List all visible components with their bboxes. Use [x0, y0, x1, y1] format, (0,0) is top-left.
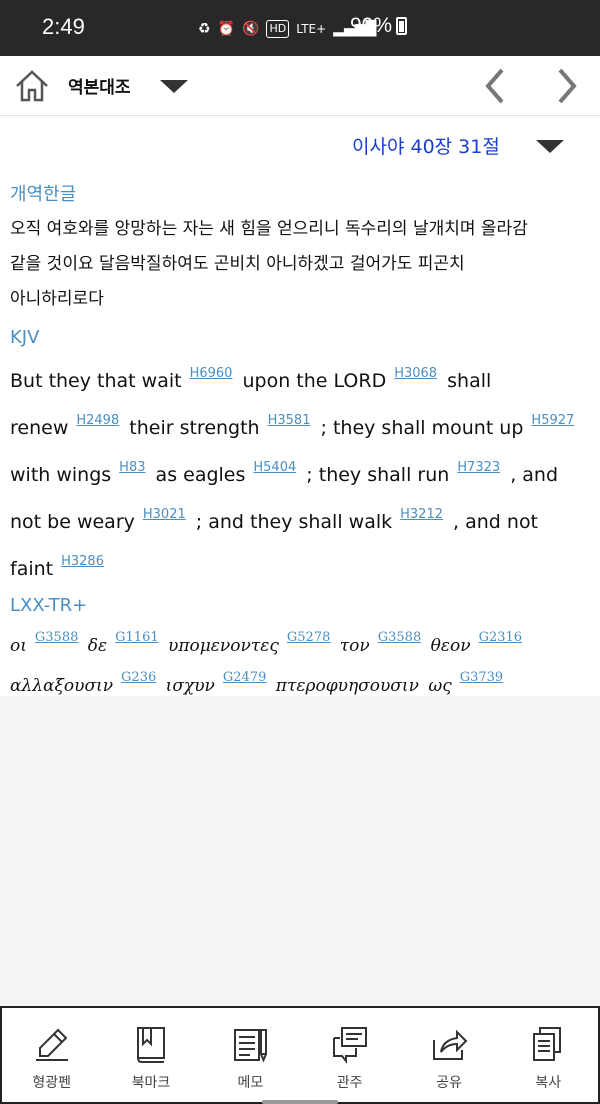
network-type: LTE+ [296, 22, 327, 36]
copy-button[interactable]: 복사 [499, 1008, 598, 1102]
section-label-lxx: LXX-TR+ [10, 595, 88, 616]
korean-line: 아니하리로다 [10, 289, 104, 309]
verse-word: ; they shall run [306, 464, 450, 486]
mute-icon: 🔇 [242, 21, 260, 37]
battery-icon [396, 17, 408, 35]
strongs-number-link[interactable]: H5927 [531, 413, 574, 428]
bookmark-icon [136, 1027, 165, 1063]
verse-word: αλλαξουσιν [10, 676, 114, 696]
verse-word: θεον [430, 636, 471, 656]
strongs-number-link[interactable]: H3212 [400, 507, 443, 522]
korean-verse-text: 오직 여호와를 앙망하는 자는 새 힘을 얻으리니 독수리의 날개치며 올라감 … [10, 212, 590, 317]
empty-area [0, 696, 600, 1008]
strongs-number-link[interactable]: G3588 [35, 630, 78, 645]
page-title[interactable]: 역본대조 [68, 73, 131, 98]
verse-word: ως [428, 676, 452, 696]
recycle-icon: ♻ [198, 21, 211, 37]
verse-word: οι [10, 636, 27, 656]
status-bar: 2:49 ♻ ⏰ 🔇 HD LTE+ ▂▄▆█ 90% [0, 0, 600, 56]
strongs-number-link[interactable]: G5278 [287, 630, 330, 645]
version-dropdown-icon[interactable] [160, 80, 188, 93]
verse-word: as eagles [155, 464, 246, 486]
alarm-icon: ⏰ [217, 21, 235, 37]
strongs-number-link[interactable]: G236 [121, 670, 156, 685]
highlighter-button[interactable]: 형광펜 [2, 1008, 101, 1102]
toolbar-label: 복사 [535, 1075, 562, 1091]
toolbar-label: 형광펜 [32, 1075, 71, 1091]
kjv-verse-text: But they that wait H6960 upon the LORD H30… [10, 354, 590, 589]
korean-line: 같을 것이요 달음박질하여도 곤비치 아니하겠고 걸어가도 피곤치 [10, 254, 465, 274]
verse-word: But they that wait [10, 370, 182, 392]
bottom-toolbar: 형광펜 북마크 메모 관주 공유 복사 [0, 1006, 600, 1104]
section-label-korean: 개역한글 [10, 184, 77, 205]
share-icon [432, 1029, 468, 1060]
strongs-number-link[interactable]: H2498 [76, 413, 119, 428]
section-kjv: KJV But they that wait H6960 upon the LOR… [10, 327, 590, 589]
verse-word: ισχυν [165, 676, 215, 696]
strongs-number-link[interactable]: H7323 [457, 460, 500, 475]
strongs-number-link[interactable]: H5404 [253, 460, 296, 475]
strongs-number-link[interactable]: H83 [119, 460, 145, 475]
verse-word: upon the LORD [242, 370, 387, 392]
strongs-number-link[interactable]: G2316 [479, 630, 522, 645]
app-bar: 역본대조 [0, 56, 600, 116]
verse-word: ; they shall mount up [320, 417, 524, 439]
verse-word: τον [339, 636, 370, 656]
strongs-number-link[interactable]: H6960 [190, 366, 233, 381]
battery-percent: 90% [350, 14, 393, 37]
toolbar-label: 메모 [237, 1075, 264, 1091]
home-indicator [262, 1100, 338, 1104]
chevron-left-icon[interactable] [478, 64, 512, 108]
battery: 90% [350, 14, 408, 38]
verse-dropdown-icon[interactable] [536, 140, 564, 153]
strongs-number-link[interactable]: G1161 [115, 630, 158, 645]
chevron-right-icon[interactable] [550, 64, 584, 108]
verse-word: υπομενοντες [168, 636, 279, 656]
verse-word: ; and they shall walk [195, 511, 393, 533]
strongs-number-link[interactable]: H3581 [268, 413, 311, 428]
verse-reference[interactable]: 이사야 40장 31절 [352, 132, 500, 159]
status-time: 2:49 [42, 14, 85, 39]
strongs-number-link[interactable]: H3068 [394, 366, 437, 381]
toolbar-label: 북마크 [131, 1075, 171, 1091]
hd-icon: HD [266, 20, 290, 38]
home-icon[interactable] [14, 68, 50, 104]
copy-icon [533, 1027, 562, 1061]
section-korean: 개역한글 오직 여호와를 앙망하는 자는 새 힘을 얻으리니 독수리의 날개치며… [10, 180, 590, 317]
memo-button[interactable]: 메모 [201, 1008, 300, 1102]
highlighter-icon [35, 1028, 68, 1061]
toolbar-label: 관주 [336, 1075, 363, 1091]
strongs-number-link[interactable]: G3588 [378, 630, 421, 645]
share-button[interactable]: 공유 [399, 1008, 498, 1102]
verse-word: πτεροφυησουσιν [275, 676, 419, 696]
strongs-number-link[interactable]: G3739 [460, 670, 503, 685]
cross-reference-button[interactable]: 관주 [300, 1008, 399, 1102]
strongs-number-link[interactable]: G2479 [223, 670, 266, 685]
toolbar-label: 공유 [436, 1075, 462, 1091]
memo-icon [234, 1029, 268, 1063]
bookmark-button[interactable]: 북마크 [101, 1008, 200, 1102]
korean-line: 오직 여호와를 앙망하는 자는 새 힘을 얻으리니 독수리의 날개치며 올라감 [10, 219, 528, 239]
strongs-number-link[interactable]: H3021 [143, 507, 186, 522]
verse-word: their strength [129, 417, 260, 439]
strongs-number-link[interactable]: H3286 [61, 554, 104, 569]
section-label-kjv: KJV [10, 327, 40, 348]
verse-word: with wings [10, 464, 112, 486]
verse-word: δε [87, 636, 108, 656]
cross-reference-icon [332, 1027, 367, 1064]
